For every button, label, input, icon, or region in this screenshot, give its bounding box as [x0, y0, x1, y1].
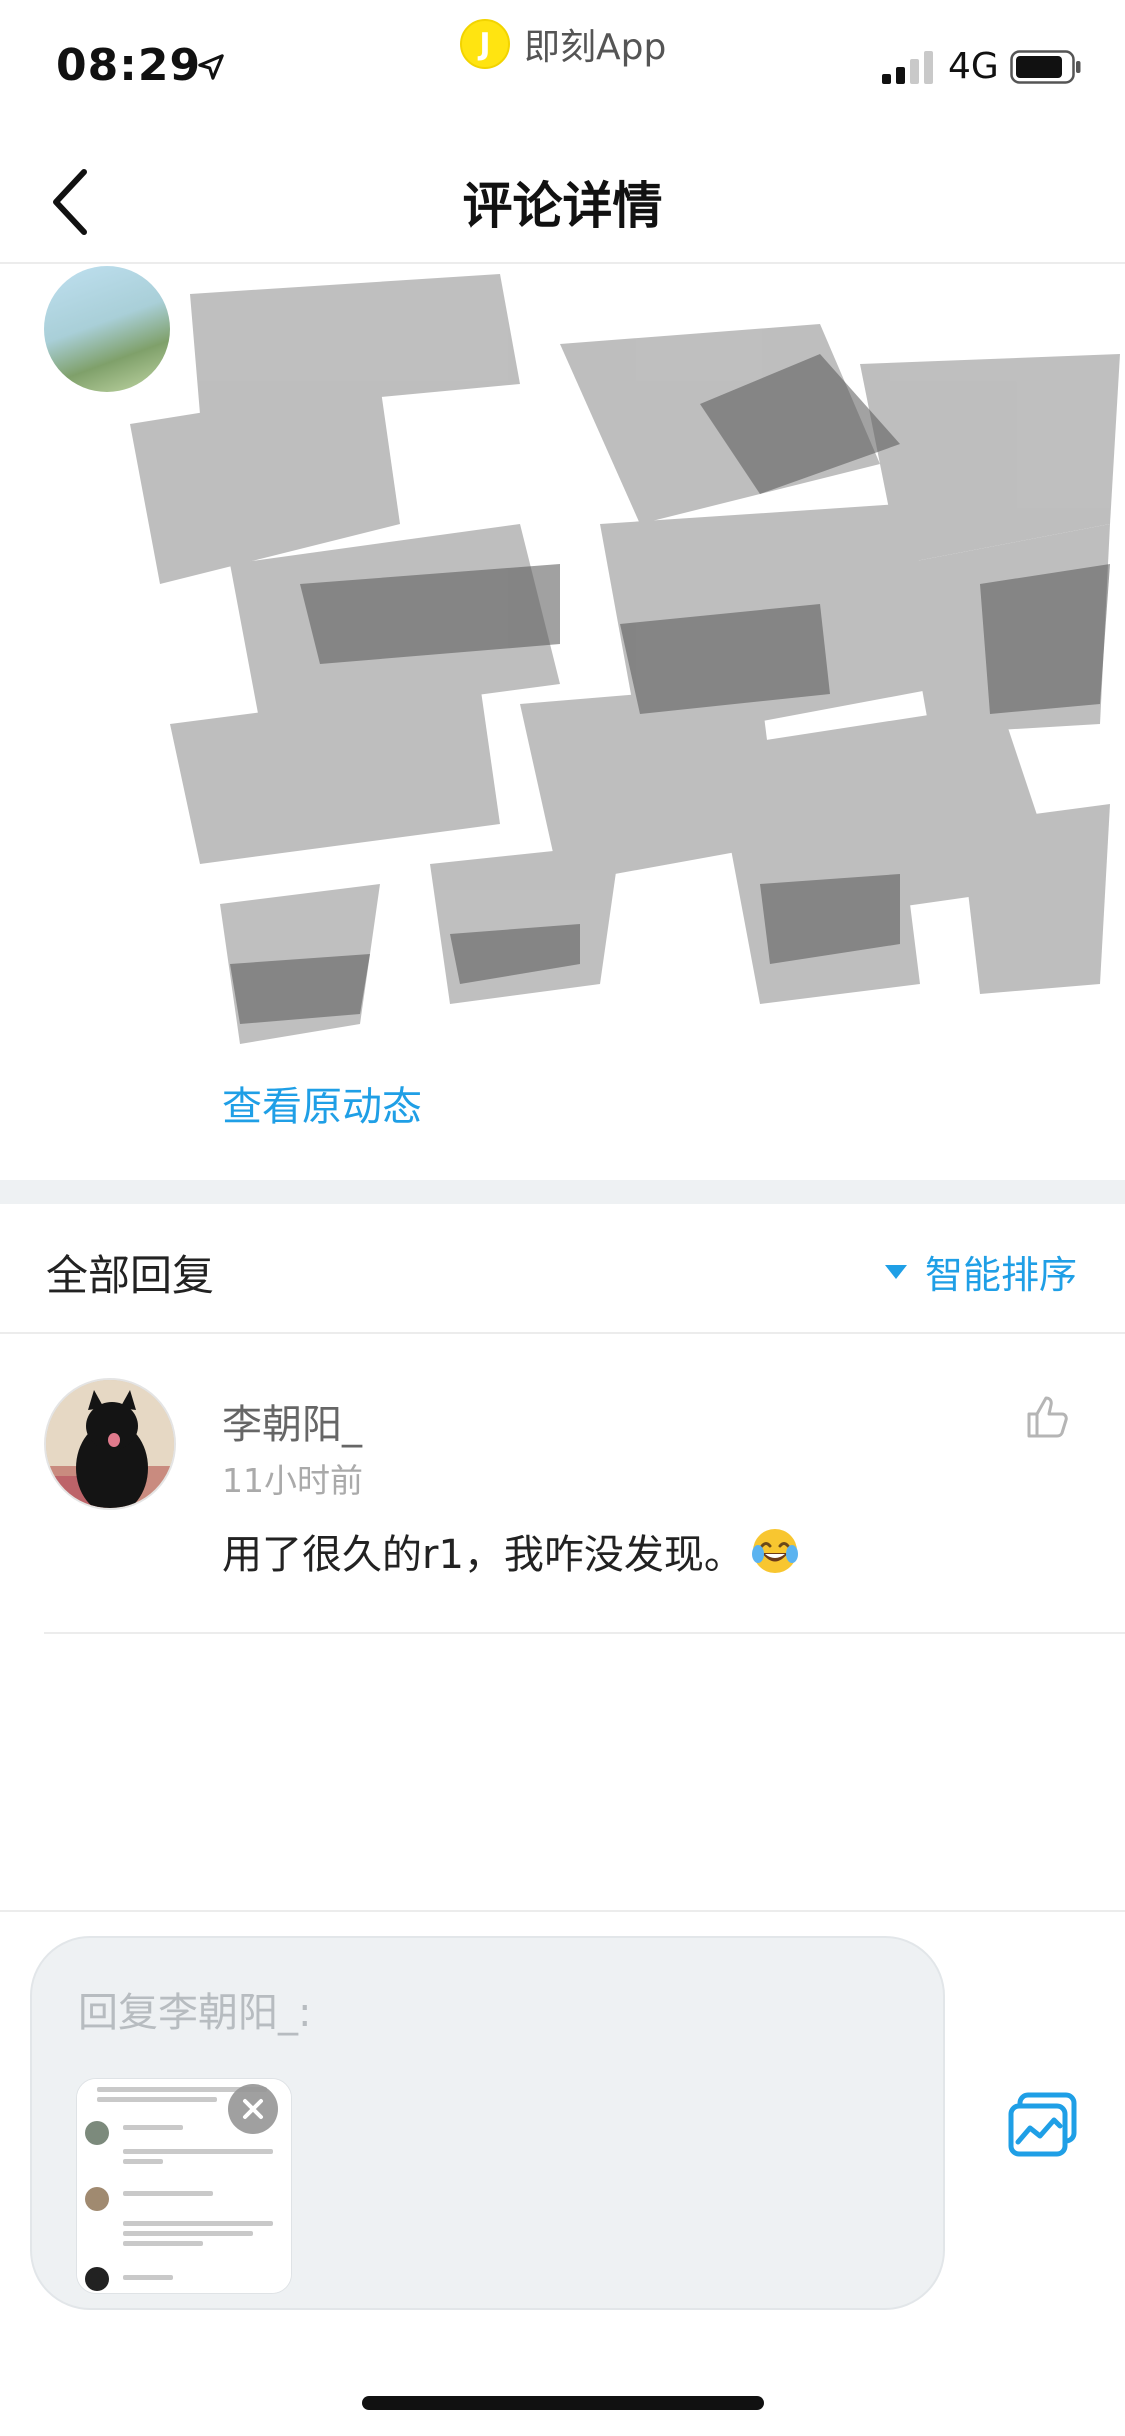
reply-input-placeholder: 回复李朝阳_:: [78, 1990, 312, 2036]
caret-down-icon: [884, 1264, 907, 1279]
app-badge[interactable]: J 即刻App: [460, 18, 666, 70]
signal-strength-icon: [882, 51, 933, 84]
battery-icon: [1010, 50, 1081, 84]
reply-text: 用了很久的r1，我咋没发现。: [222, 1532, 744, 1578]
divider: [44, 1632, 1125, 1634]
replies-title: 全部回复: [46, 1251, 215, 1300]
status-time: 08:29: [56, 40, 202, 91]
reply-composer: 回复李朝阳_:: [0, 1910, 1125, 2436]
avatar[interactable]: [44, 1378, 176, 1510]
reply-input[interactable]: 回复李朝阳_:: [30, 1936, 945, 2310]
black-cat-avatar-image: [46, 1380, 174, 1508]
home-indicator[interactable]: [362, 2396, 764, 2410]
redaction-scribble: [130, 274, 1120, 1044]
app-name: 即刻App: [524, 27, 667, 68]
nav-bar: 评论详情: [0, 132, 1125, 264]
page-title: 评论详情: [462, 177, 663, 235]
status-bar: 08:29 J 即刻App 4G: [0, 0, 1125, 132]
sort-label: 智能排序: [924, 1253, 1077, 1297]
replies-header: 全部回复 智能排序: [0, 1204, 1125, 1334]
reply-timestamp: 11小时前: [222, 1461, 363, 1500]
location-arrow-icon: [198, 54, 224, 80]
thumbs-up-icon[interactable]: [1023, 1392, 1073, 1442]
app-logo: J: [460, 19, 510, 69]
reply-author[interactable]: 李朝阳_: [222, 1392, 362, 1450]
reply-content: 用了很久的r1，我咋没发现。: [222, 1522, 800, 1580]
remove-attachment-button[interactable]: [228, 2084, 278, 2134]
image-picker-icon[interactable]: [1008, 2092, 1078, 2158]
view-original-link[interactable]: 查看原动态: [222, 1074, 422, 1132]
reply-item[interactable]: 李朝阳_ 11小时前 用了很久的r1，我咋没发现。: [0, 1334, 1125, 1634]
section-separator: [0, 1180, 1125, 1204]
close-icon: [243, 2099, 263, 2119]
sort-button[interactable]: 智能排序: [884, 1244, 1077, 1299]
network-type: 4G: [948, 46, 999, 87]
original-post: 查看原动态: [0, 264, 1125, 1180]
tears-of-joy-emoji-icon: [751, 1529, 798, 1573]
